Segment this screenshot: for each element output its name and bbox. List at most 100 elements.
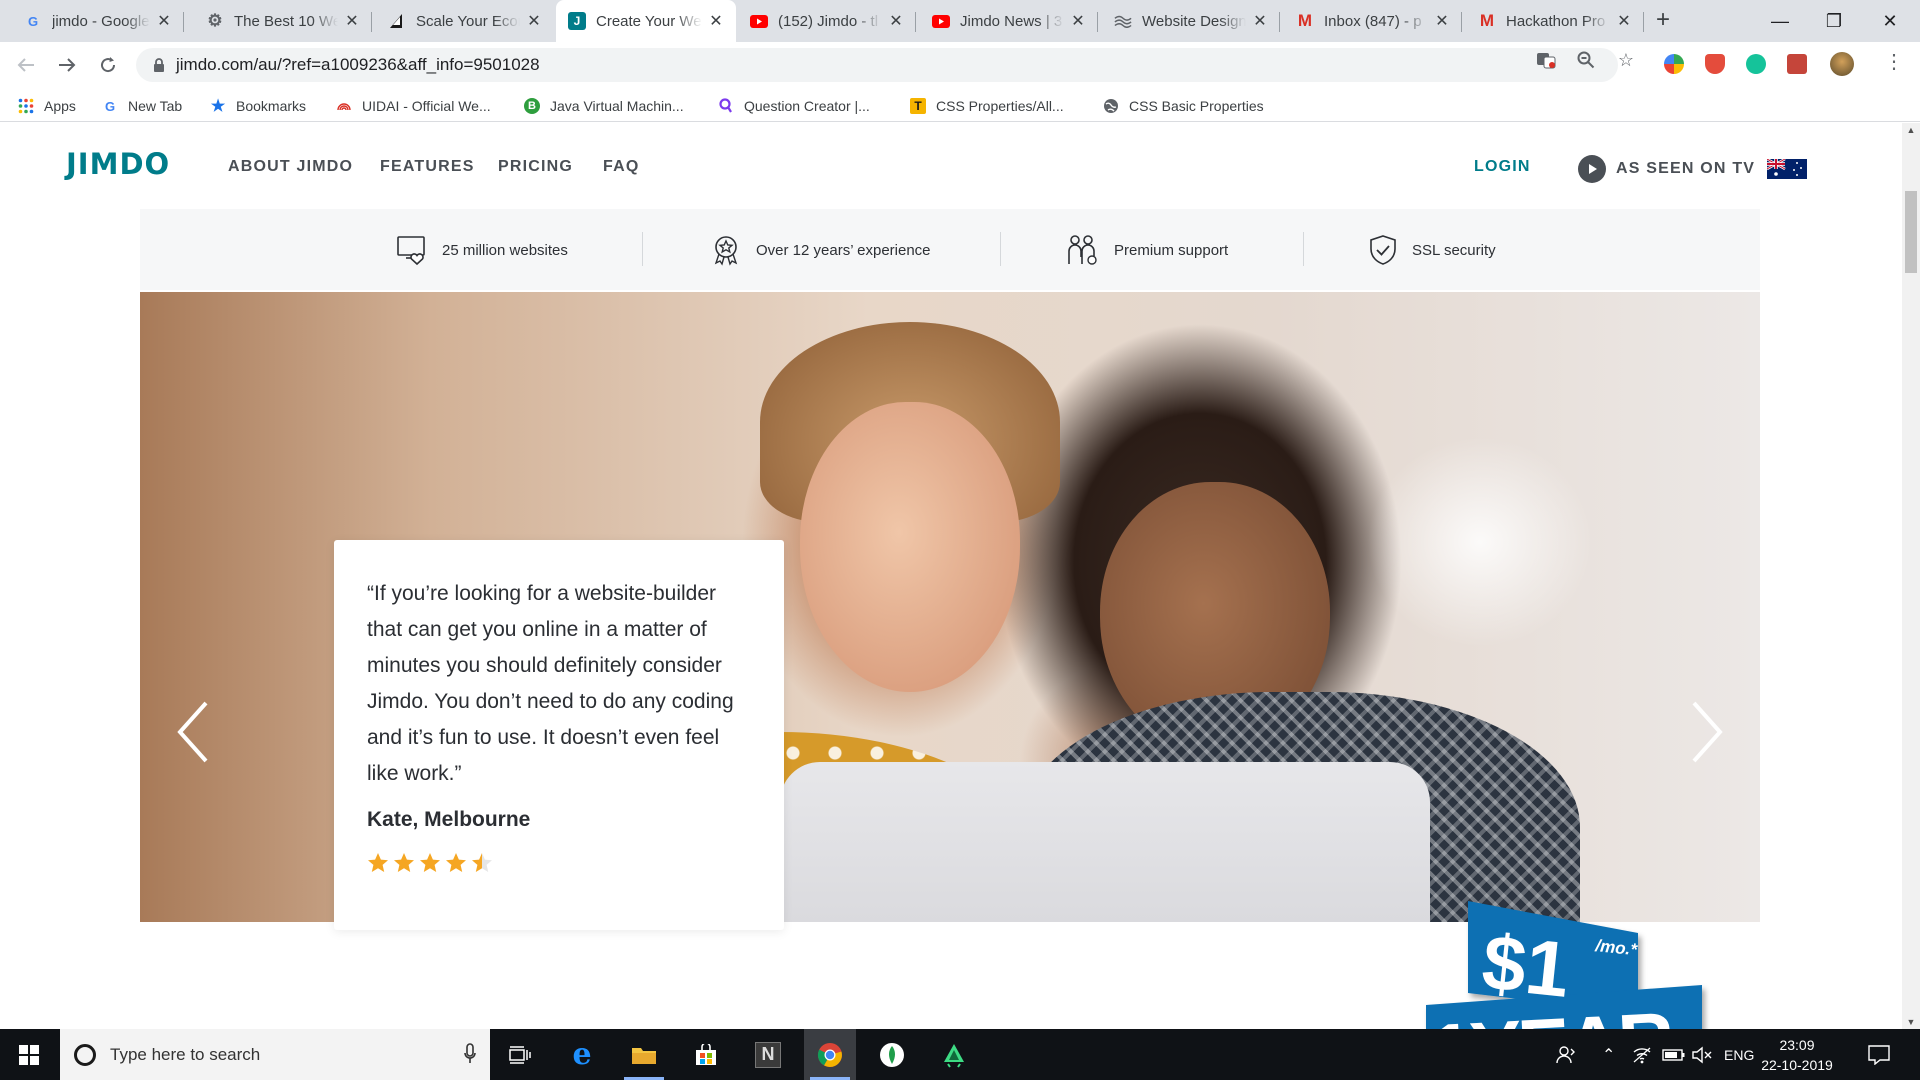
bookmark-css-properties[interactable]: T CSS Properties/All... — [910, 95, 1064, 117]
bookmark-css-basic[interactable]: CSS Basic Properties — [1103, 95, 1264, 117]
close-tab-icon[interactable]: ✕ — [1616, 11, 1632, 31]
australia-flag-icon — [1767, 159, 1808, 179]
maximize-icon[interactable]: ❐ — [1806, 0, 1862, 42]
battery-icon[interactable] — [1662, 1029, 1686, 1080]
promo-badge[interactable]: $1 /mo.* 1YEAR — [1420, 893, 1710, 1029]
back-icon[interactable] — [12, 51, 40, 79]
url-text[interactable]: jimdo.com/au/?ref=a1009236&aff_info=9501… — [176, 55, 540, 75]
edge-icon[interactable]: e — [556, 1029, 608, 1080]
tab-title: Inbox (847) - p — [1324, 12, 1422, 30]
browser-tab[interactable]: ⚙ The Best 10 We ✕ — [194, 0, 372, 42]
bookmark-bookmarks[interactable]: ★ Bookmarks — [210, 95, 306, 117]
taskbar-search-box[interactable]: Type here to search — [60, 1029, 490, 1080]
browser-tab[interactable]: (152) Jimdo - tl ✕ — [738, 0, 916, 42]
carousel-next-arrow[interactable] — [1684, 697, 1728, 767]
tab-title: (152) Jimdo - tl — [778, 12, 879, 30]
file-explorer-icon[interactable] — [618, 1029, 670, 1080]
bookmark-new-tab[interactable]: G New Tab — [102, 95, 182, 117]
close-tab-icon[interactable]: ✕ — [1070, 11, 1086, 31]
close-tab-icon[interactable]: ✕ — [888, 11, 904, 31]
trust-label: Over 12 years’ experience — [756, 241, 931, 259]
sail-icon — [388, 12, 406, 30]
trust-item-experience: Over 12 years’ experience — [710, 234, 931, 266]
wifi-icon[interactable] — [1632, 1029, 1652, 1080]
grammarly-icon[interactable] — [1746, 54, 1766, 74]
android-studio-icon[interactable] — [928, 1029, 980, 1080]
profile-avatar[interactable] — [1830, 52, 1854, 76]
browser-tab[interactable]: Scale Your Ecor ✕ — [376, 0, 554, 42]
bookmark-java-vm[interactable]: B Java Virtual Machin... — [524, 95, 684, 117]
bookmark-question-creator[interactable]: Question Creator |... — [718, 95, 870, 117]
apps-grid-icon — [18, 98, 34, 114]
scroll-up-icon[interactable]: ▲ — [1902, 125, 1920, 135]
people-tray-icon[interactable] — [1556, 1029, 1576, 1080]
volume-muted-icon[interactable] — [1692, 1029, 1714, 1080]
chrome-icon[interactable] — [804, 1029, 856, 1080]
show-hidden-icons[interactable]: ⌃ — [1602, 1029, 1615, 1080]
browser-tab[interactable]: Website Design ✕ — [1102, 0, 1280, 42]
google-icon: G — [104, 98, 116, 114]
browser-tab[interactable]: M Hackathon Pro ✕ — [1466, 0, 1644, 42]
star-icon — [420, 853, 440, 872]
close-window-icon[interactable]: ✕ — [1862, 0, 1918, 42]
nav-pricing[interactable]: PRICING — [498, 158, 573, 176]
jimdo-icon: J — [568, 12, 586, 30]
store-icon[interactable] — [680, 1029, 732, 1080]
jimdo-logo[interactable]: JIMDO — [66, 147, 170, 181]
trust-item-ssl: SSL security — [1368, 234, 1496, 266]
nav-features[interactable]: FEATURES — [380, 158, 475, 176]
task-view-icon[interactable] — [494, 1029, 546, 1080]
trust-label: SSL security — [1412, 241, 1496, 259]
system-clock[interactable]: 23:09 22-10-2019 — [1752, 1035, 1842, 1075]
menu-kebab-icon[interactable]: ⋮ — [1884, 52, 1904, 72]
scrollbar-thumb[interactable] — [1905, 191, 1917, 273]
rating-stars — [367, 852, 754, 874]
tab-title: The Best 10 We — [234, 12, 338, 30]
pdf-extension-icon[interactable] — [1787, 54, 1807, 74]
nav-about-jimdo[interactable]: ABOUT JIMDO — [228, 158, 353, 176]
gear-icon: ⚙ — [207, 11, 223, 30]
question-icon — [718, 98, 734, 114]
scroll-down-icon[interactable]: ▼ — [1902, 1017, 1920, 1027]
webflow-icon — [1114, 12, 1132, 30]
tab-title: Jimdo News | 3 — [960, 12, 1063, 30]
carousel-prev-arrow[interactable] — [172, 697, 216, 767]
shield-extension-icon[interactable] — [1705, 54, 1725, 74]
bookmark-apps[interactable]: Apps — [18, 95, 76, 117]
reload-icon[interactable] — [94, 51, 122, 79]
extension-icon[interactable] — [1664, 54, 1684, 74]
close-tab-icon[interactable]: ✕ — [1252, 11, 1268, 31]
bookmark-label: CSS Properties/All... — [936, 98, 1064, 114]
forward-icon[interactable] — [53, 51, 81, 79]
login-link[interactable]: LOGIN — [1474, 158, 1531, 176]
notion-icon[interactable]: N — [742, 1029, 794, 1080]
evernote-icon[interactable] — [866, 1029, 918, 1080]
close-tab-icon[interactable]: ✕ — [344, 11, 360, 31]
new-tab-button[interactable]: + — [1656, 6, 1670, 34]
bookmark-uidai[interactable]: UIDAI - Official We... — [336, 95, 491, 117]
minimize-icon[interactable]: — — [1752, 0, 1808, 42]
microphone-icon[interactable] — [464, 1043, 476, 1065]
browser-tab[interactable]: Jimdo News | 3 ✕ — [920, 0, 1098, 42]
close-tab-icon[interactable]: ✕ — [708, 11, 724, 31]
notifications-icon[interactable] — [1868, 1029, 1890, 1080]
language-indicator[interactable]: ENG — [1724, 1029, 1754, 1080]
star-icon — [394, 853, 414, 872]
windows-start-icon[interactable] — [0, 1029, 58, 1080]
address-bar[interactable]: jimdo.com/au/?ref=a1009236&aff_info=9501… — [136, 48, 1618, 82]
close-tab-icon[interactable]: ✕ — [526, 11, 542, 31]
page-scrollbar[interactable]: ▲ ▼ — [1902, 123, 1920, 1029]
browser-tab[interactable]: M Inbox (847) - p ✕ — [1284, 0, 1462, 42]
trust-item-websites: 25 million websites — [396, 234, 568, 266]
nav-faq[interactable]: FAQ — [603, 158, 640, 176]
globe-icon — [1103, 98, 1119, 114]
bookmark-star-icon[interactable]: ☆ — [1616, 50, 1636, 70]
close-tab-icon[interactable]: ✕ — [156, 11, 172, 31]
browser-tab-active[interactable]: J Create Your We ✕ — [556, 0, 736, 42]
as-seen-on-tv-button[interactable]: AS SEEN ON TV — [1578, 155, 1808, 183]
zoom-icon[interactable] — [1576, 50, 1596, 70]
close-tab-icon[interactable]: ✕ — [1434, 11, 1450, 31]
browser-tab[interactable]: G jimdo - Google ✕ — [12, 0, 184, 42]
star-icon — [472, 853, 492, 872]
translate-icon[interactable] — [1536, 50, 1556, 70]
